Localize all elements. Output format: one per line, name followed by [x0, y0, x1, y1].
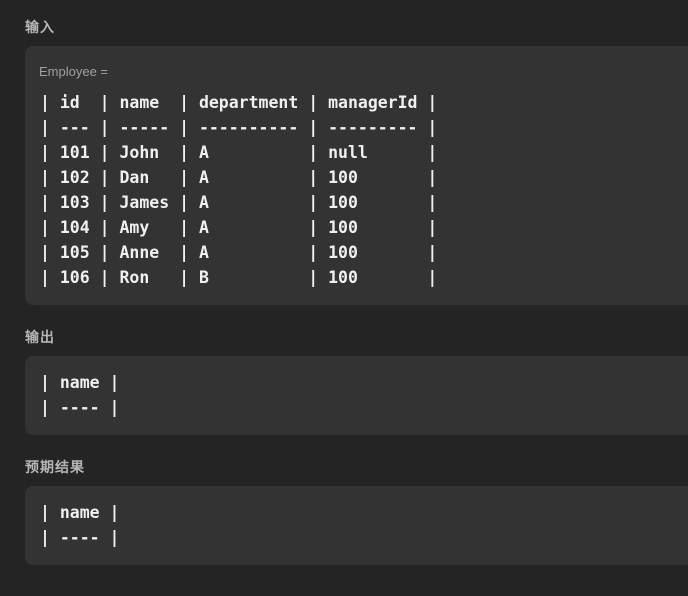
output-panel: | name | | ---- | [25, 356, 688, 435]
table-row: | 105 | Anne | A | 100 | [40, 243, 438, 262]
table-row: | name | [40, 503, 120, 522]
employee-variable-label: Employee = [39, 64, 109, 79]
input-heading: 输入 [25, 20, 55, 36]
table-row: | 104 | Amy | A | 100 | [40, 218, 438, 237]
table-row: | --- | ----- | ---------- | --------- | [40, 118, 438, 137]
output-table: | name | | ---- | [40, 370, 119, 420]
table-row: | 101 | John | A | null | [40, 143, 438, 162]
expected-table: | name | | ---- | [40, 500, 119, 550]
table-row: | 106 | Ron | B | 100 | [40, 268, 438, 287]
input-panel: Employee = | id | name | department | ma… [25, 46, 688, 305]
table-row: | id | name | department | managerId | [40, 93, 438, 112]
table-row: | 102 | Dan | A | 100 | [40, 168, 438, 187]
table-row: | ---- | [40, 398, 120, 417]
table-row: | ---- | [40, 528, 120, 547]
input-table: | id | name | department | managerId | | … [40, 90, 437, 290]
table-row: | 103 | James | A | 100 | [40, 193, 438, 212]
table-row: | name | [40, 373, 120, 392]
expected-panel: | name | | ---- | [25, 486, 688, 565]
expected-heading: 预期结果 [25, 460, 85, 476]
output-heading: 输出 [25, 330, 55, 346]
